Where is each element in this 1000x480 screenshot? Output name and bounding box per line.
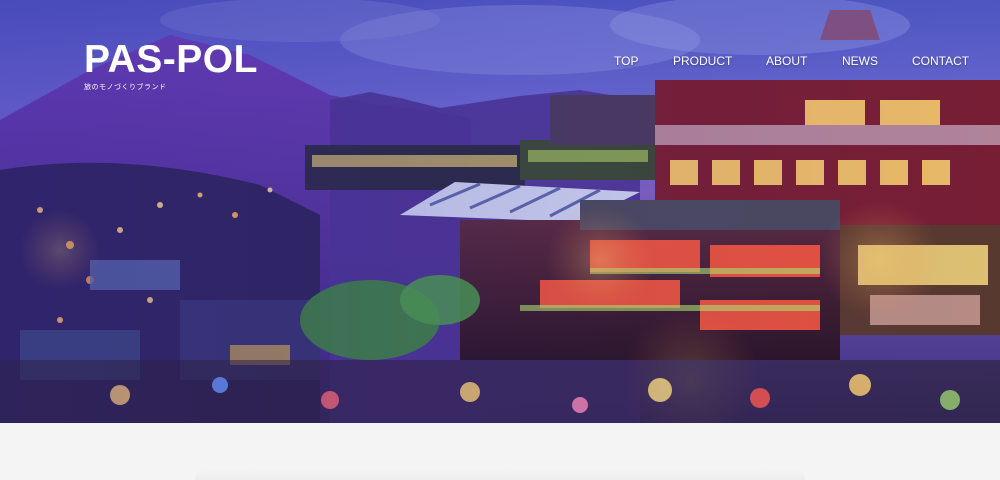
nav-link-about[interactable]: ABOUT	[766, 54, 807, 68]
brand-tagline: 旅のモノづくりブランド	[84, 83, 167, 91]
main-navigation: TOP PRODUCT ABOUT NEWS CONTACT	[0, 54, 1000, 70]
card-shadow	[195, 469, 805, 480]
nav-link-news[interactable]: NEWS	[842, 54, 878, 68]
content-section	[0, 423, 1000, 480]
nav-link-product[interactable]: PRODUCT	[673, 54, 732, 68]
nav-link-top[interactable]: TOP	[614, 54, 638, 68]
hero-banner: PAS-POL 旅のモノづくりブランド TOP PRODUCT ABOUT NE…	[0, 0, 1000, 423]
nav-link-contact[interactable]: CONTACT	[912, 54, 969, 68]
